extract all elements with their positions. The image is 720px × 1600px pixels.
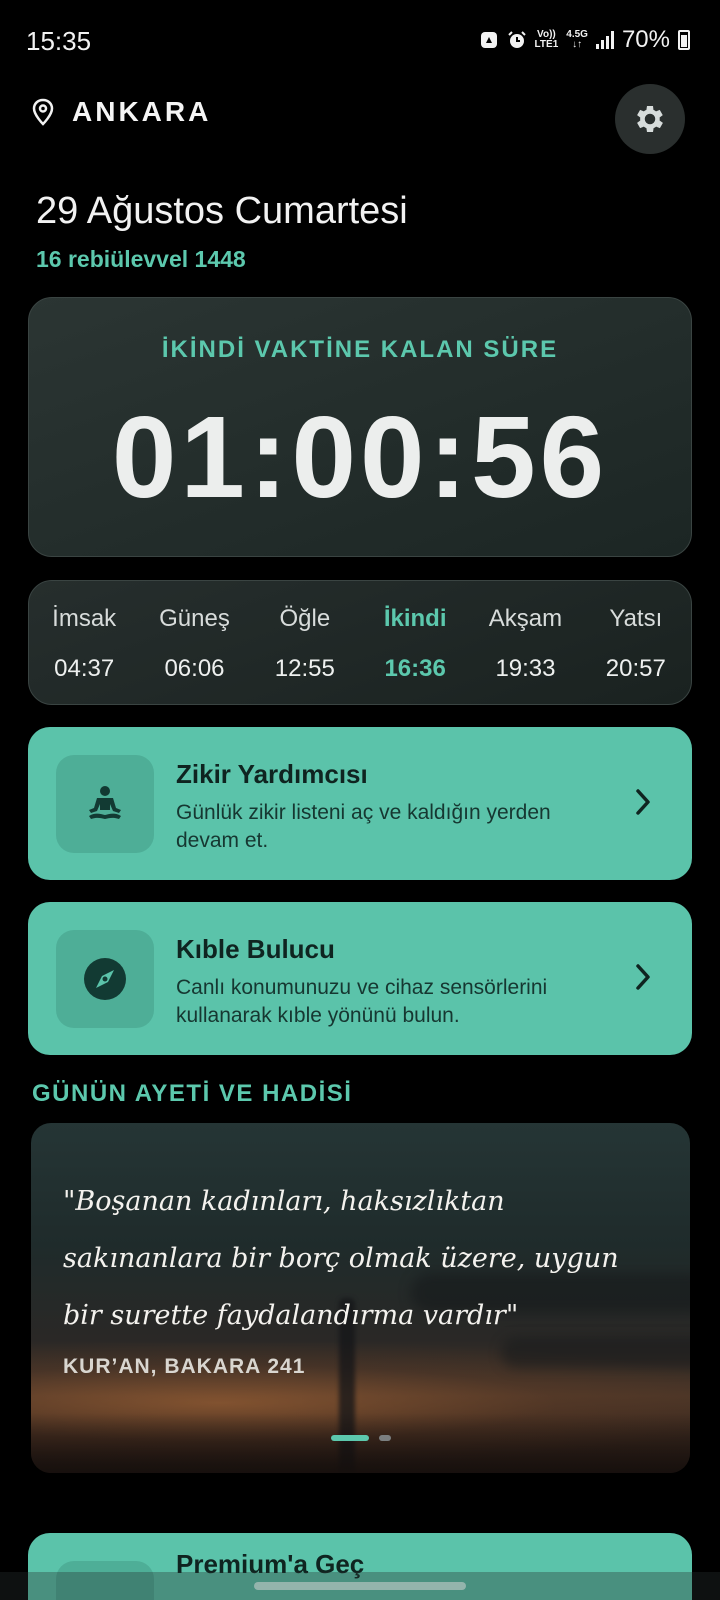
battery-percent: 70% (621, 26, 670, 53)
compass-icon (84, 958, 126, 1000)
location-name: ANKARA (72, 96, 212, 127)
volte-indicator: Vo)) LTE1 (535, 30, 559, 50)
countdown-timer: 01:00:56 (111, 392, 609, 522)
updown-arrows-icon: ↓↑ (572, 39, 583, 50)
chevron-right-icon (636, 789, 650, 815)
gear-icon (637, 105, 663, 133)
verse-source: KUR’AN, BAKARA 241 (63, 1355, 306, 1378)
card-description: Günlük zikir listeni aç ve kaldığın yerd… (176, 801, 551, 852)
prayer-time: 04:37 (54, 655, 115, 682)
section-title: GÜNÜN AYETİ VE HADİSİ (32, 1080, 353, 1107)
prayer-name: Güneş (159, 605, 230, 632)
recycle-icon (480, 32, 497, 48)
meditation-icon (89, 786, 121, 819)
verse-quote: "Boşanan kadınları, haksızlıktan sakınan… (63, 1186, 619, 1331)
chevron-right-icon (636, 964, 650, 990)
prayer-name: İkindi (383, 605, 447, 632)
prayer-time: 12:55 (274, 655, 335, 682)
qibla-finder-card[interactable]: Kıble Bulucu Canlı konumunuzu ve cihaz s… (28, 902, 692, 1055)
zikir-icon-box (56, 755, 154, 853)
prayer-name: Akşam (488, 605, 563, 632)
alarm-icon (507, 31, 526, 48)
prayer-time-ogle: Öğle 12:55 (250, 581, 360, 704)
prayer-time: 06:06 (164, 655, 225, 682)
prayer-time: 20:57 (605, 655, 666, 682)
card-title: Zikir Yardımcısı (176, 759, 368, 789)
prayer-time: 16:36 (384, 655, 446, 682)
carousel-indicator (31, 1435, 690, 1441)
carousel-dot[interactable] (378, 1435, 391, 1441)
city-silhouette (31, 1413, 690, 1473)
settings-button[interactable] (615, 84, 685, 154)
prayer-name: Öğle (279, 605, 331, 632)
prayer-time-ikindi: İkindi 16:36 (360, 581, 470, 704)
prayer-times-row: İmsak 04:37 Güneş 06:06 Öğle 12:55 İkind… (28, 580, 692, 705)
home-gesture-bar[interactable] (254, 1582, 466, 1590)
signal-icon (595, 31, 614, 49)
prayer-name: İmsak (52, 605, 117, 632)
status-bar: 15:35 Vo)) LTE1 4.5G ↓↑ 70% (0, 0, 720, 80)
qibla-icon-box (56, 930, 154, 1028)
countdown-card: İKİNDİ VAKTİNE KALAN SÜRE 01:00:56 (28, 297, 692, 557)
location-pin-icon (32, 98, 54, 126)
prayer-time-yatsi: Yatsı 20:57 (581, 581, 691, 704)
battery-icon (678, 30, 690, 50)
status-time: 15:35 (26, 26, 92, 56)
location-selector[interactable]: ANKARA (32, 96, 211, 128)
network-speed: 4.5G ↓↑ (566, 30, 588, 50)
zikir-helper-card[interactable]: Zikir Yardımcısı Günlük zikir listeni aç… (28, 727, 692, 880)
carousel-dot-active[interactable] (330, 1435, 369, 1441)
lte-label: LTE1 (534, 39, 559, 50)
prayer-name: Yatsı (609, 605, 663, 632)
prayer-time: 19:33 (495, 655, 556, 682)
card-title: Kıble Bulucu (176, 934, 335, 964)
prayer-time-gunes: Güneş 06:06 (139, 581, 249, 704)
prayer-time-aksam: Akşam 19:33 (470, 581, 580, 704)
countdown-label: İKİNDİ VAKTİNE KALAN SÜRE (161, 336, 559, 363)
hijri-date: 16 rebiülevvel 1448 (36, 246, 246, 272)
status-icons: Vo)) LTE1 4.5G ↓↑ 70% (479, 26, 690, 54)
card-description: Canlı konumunuzu ve cihaz sensörlerini k… (176, 976, 548, 1027)
daily-verse-card[interactable]: "Boşanan kadınları, haksızlıktan sakınan… (31, 1123, 690, 1473)
gregorian-date: 29 Ağustos Cumartesi (36, 190, 408, 232)
prayer-time-imsak: İmsak 04:37 (29, 581, 139, 704)
